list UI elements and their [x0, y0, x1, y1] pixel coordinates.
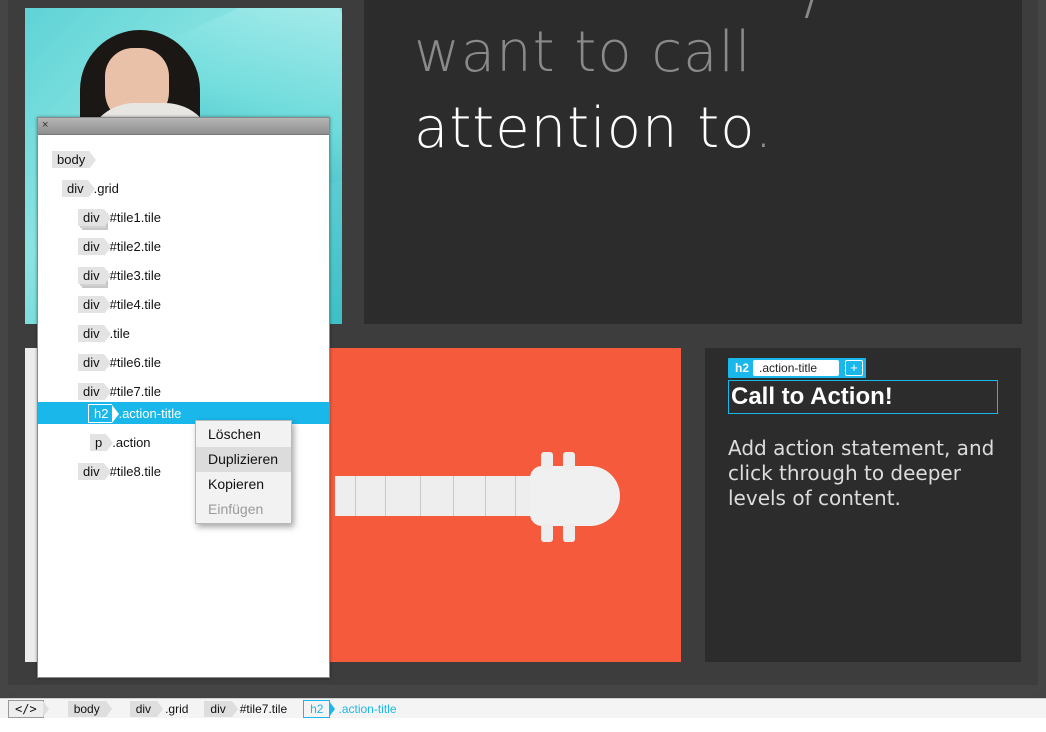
breadcrumb-name: .action-title [338, 701, 397, 716]
guitar-fret [385, 476, 386, 516]
dom-node-name: .action [112, 434, 151, 450]
hero-partial-glyph: / [804, 0, 823, 27]
dom-node[interactable]: div .tile [78, 322, 130, 344]
action-paragraph[interactable]: Add action statement, and click through … [728, 436, 1008, 511]
breadcrumb: </> body div .grid div #tile7.tile h2 .action-t… [0, 698, 1046, 718]
dom-node-name: #tile1.tile [109, 209, 161, 225]
breadcrumb-tag: body [67, 700, 112, 717]
breadcrumb-item[interactable]: div #tile7.tile [204, 700, 288, 717]
dom-node[interactable]: p .action [90, 431, 151, 453]
guitar-fret [485, 476, 486, 516]
dom-node-tag: div [62, 179, 95, 198]
guitar-peg [541, 452, 553, 470]
dom-node-tag: p [90, 433, 114, 452]
dom-node-tag: div [78, 266, 111, 285]
dom-node[interactable]: body [52, 148, 97, 170]
guitar-fret [355, 476, 356, 516]
dom-node-tag: div [78, 295, 111, 314]
guitar-fret [420, 476, 421, 516]
dom-node-tag: div [78, 324, 111, 343]
dom-node[interactable]: div #tile7.tile [78, 380, 161, 402]
dom-node-tag: div [78, 353, 111, 372]
guitar-headstock [530, 466, 620, 526]
dom-node[interactable]: div #tile2.tile [78, 235, 161, 257]
hero-line-1: want to call [414, 20, 752, 85]
breadcrumb-item[interactable]: body [67, 700, 114, 717]
dom-node-name: #tile4.tile [109, 296, 161, 312]
hero-line-2-period: . [754, 96, 774, 161]
dom-node[interactable]: div #tile6.tile [78, 351, 161, 373]
menu-item-paste: Einfügen [208, 501, 264, 517]
dom-node-name: #tile6.tile [109, 354, 161, 370]
element-chip-class-input[interactable]: .action-title [753, 360, 840, 376]
dom-node-name: #tile8.tile [109, 463, 161, 479]
dom-node-tag: div [78, 237, 111, 256]
dom-node-tag: div [78, 382, 111, 401]
dom-node[interactable]: div #tile1.tile [78, 206, 161, 228]
dom-node-name: .tile [109, 325, 130, 341]
dom-node[interactable]: div #tile4.tile [78, 293, 161, 315]
menu-item-copy[interactable]: Kopieren [196, 472, 291, 497]
hero-line-2: attention to. [414, 96, 773, 161]
dom-node-name: .grid [93, 180, 119, 196]
breadcrumb-tag: div [129, 700, 164, 717]
guitar-fret [515, 476, 516, 516]
breadcrumb-name: .grid [165, 701, 189, 716]
context-menu: Löschen Duplizieren Kopieren Einfügen [195, 420, 292, 524]
guitar-peg [563, 524, 575, 542]
dom-panel[interactable]: × body div .grid div #tile1.tile div #tile2.ti… [37, 117, 330, 678]
breadcrumb-tag: h2 [303, 699, 336, 718]
hero-line-2-text: attention to [414, 96, 755, 161]
dom-node-name: #tile3.tile [109, 267, 161, 283]
dom-node-tag: body [52, 150, 97, 169]
add-class-button[interactable]: + [845, 360, 864, 376]
dom-node[interactable]: div .grid [62, 177, 119, 199]
action-title-heading[interactable]: Call to Action! [728, 380, 998, 414]
breadcrumb-item[interactable]: h2 .action-title [303, 699, 397, 718]
editor-stage: / want to call attention to. h2 . [0, 0, 1046, 732]
tile-call-to-action[interactable]: h2 .action-title + Call to Action! Add a… [705, 348, 1021, 662]
code-icon: </> [8, 699, 49, 718]
dom-node-name: #tile7.tile [109, 383, 161, 399]
close-icon[interactable]: × [42, 119, 48, 131]
tile-hero-text[interactable]: / want to call attention to. [364, 0, 1022, 324]
dom-node-tag: div [78, 208, 111, 227]
dom-node-name: #tile2.tile [109, 238, 161, 254]
code-view-toggle[interactable]: </> [8, 699, 52, 718]
dom-node-tag: h2 [88, 403, 121, 423]
menu-item-delete[interactable]: Löschen [196, 422, 291, 447]
breadcrumb-item[interactable]: div .grid [129, 700, 189, 717]
guitar-neck [335, 476, 545, 516]
guitar-peg [563, 452, 575, 470]
dom-node[interactable]: div #tile8.tile [78, 460, 161, 482]
breadcrumb-name: #tile7.tile [239, 701, 288, 716]
guitar-fret [453, 476, 454, 516]
status-area [0, 718, 1046, 732]
dom-node-tag: div [78, 462, 111, 481]
dom-node-name: .action-title [118, 405, 182, 421]
dom-node[interactable]: div #tile3.tile [78, 264, 161, 286]
breadcrumb-tag: div [204, 700, 239, 717]
guitar-peg [541, 524, 553, 542]
dom-panel-titlebar[interactable]: × [38, 118, 329, 135]
element-chip-tag: h2 [735, 361, 750, 375]
element-chip[interactable]: h2 .action-title + [728, 358, 867, 378]
